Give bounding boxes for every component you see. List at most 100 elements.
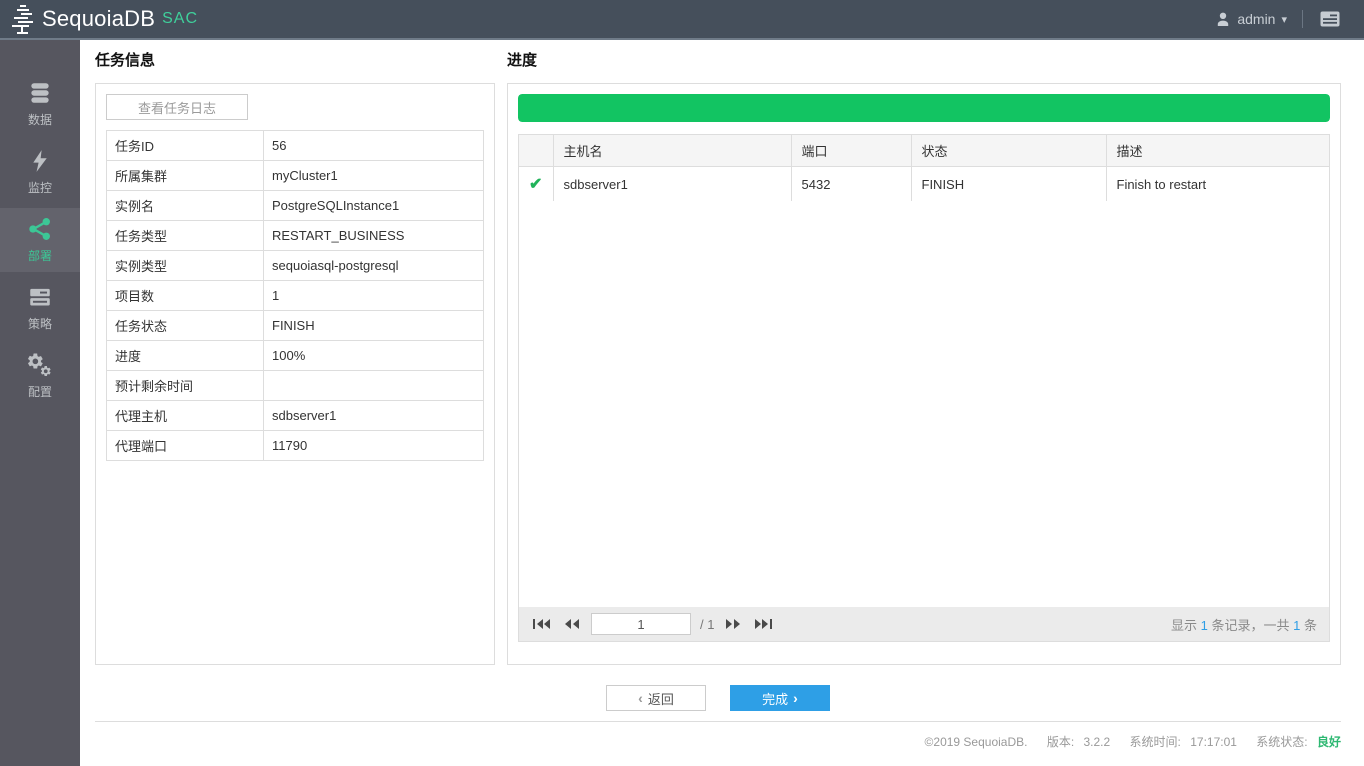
topbar-right: admin ▾ (1215, 7, 1342, 31)
host-table: 主机名 端口 状态 描述 ✔ sdbserver1 5432 F (519, 135, 1329, 201)
column-header-status: 状态 (911, 135, 1106, 167)
sequoia-tree-icon (8, 2, 38, 36)
value-cell (264, 371, 484, 401)
success-check-icon: ✔ (529, 174, 543, 194)
value-cell: myCluster1 (264, 161, 484, 191)
label-cell: 实例类型 (107, 251, 264, 281)
grid-empty-area (519, 201, 1329, 607)
table-row[interactable]: ✔ sdbserver1 5432 FINISH Finish to resta… (519, 167, 1329, 202)
column-header-host: 主机名 (553, 135, 791, 167)
record-summary: 显示 1 条记录，一共 1 条 (1171, 615, 1317, 634)
chevron-down-icon: ▾ (1281, 13, 1287, 26)
view-task-log-button[interactable]: 查看任务日志 (106, 94, 248, 120)
table-row: 所属集群myCluster1 (107, 161, 484, 191)
done-button[interactable]: 完成 › (730, 685, 830, 711)
next-page-button[interactable] (723, 616, 743, 632)
label-cell: 代理端口 (107, 431, 264, 461)
table-row: 预计剩余时间 (107, 371, 484, 401)
progress-bar-fill (518, 94, 1330, 122)
host-list-icon[interactable] (1318, 7, 1342, 31)
progress-panel: 主机名 端口 状态 描述 ✔ sdbserver1 5432 F (507, 83, 1341, 665)
brand-logo[interactable]: SequoiaDB SAC (8, 2, 198, 36)
value-cell: 56 (264, 131, 484, 161)
table-row: 实例名PostgreSQLInstance1 (107, 191, 484, 221)
system-status-label: 系统状态: (1256, 735, 1307, 749)
sidebar-item-config[interactable]: 配置 (0, 344, 80, 408)
done-button-label: 完成 (762, 689, 788, 708)
table-row: 任务类型RESTART_BUSINESS (107, 221, 484, 251)
value-cell: sdbserver1 (264, 401, 484, 431)
label-cell: 任务类型 (107, 221, 264, 251)
chevron-right-icon: › (793, 690, 798, 706)
system-time-value: 17:17:01 (1190, 735, 1237, 749)
back-button-label: 返回 (648, 689, 674, 708)
sidebar-item-label: 数据 (28, 111, 52, 128)
sidebar-item-label: 监控 (28, 179, 52, 196)
lightning-icon (27, 148, 53, 174)
label-cell: 项目数 (107, 281, 264, 311)
topbar: SequoiaDB SAC admin ▾ (0, 0, 1364, 40)
value-cell: RESTART_BUSINESS (264, 221, 484, 251)
table-row: 项目数1 (107, 281, 484, 311)
version-value: 3.2.2 (1084, 735, 1111, 749)
brand-suffix: SAC (162, 10, 198, 28)
label-cell: 进度 (107, 341, 264, 371)
value-cell: 100% (264, 341, 484, 371)
table-row: 任务状态FINISH (107, 311, 484, 341)
chevron-left-icon: ‹ (638, 690, 643, 706)
back-button[interactable]: ‹ 返回 (606, 685, 706, 711)
sidebar-item-monitor[interactable]: 监控 (0, 140, 80, 204)
label-cell: 预计剩余时间 (107, 371, 264, 401)
sidebar-item-data[interactable]: 数据 (0, 72, 80, 136)
prev-page-button[interactable] (562, 616, 582, 632)
desc-cell: Finish to restart (1106, 167, 1329, 202)
action-bar: ‹ 返回 完成 › (95, 685, 1341, 711)
status-cell: FINISH (911, 167, 1106, 202)
system-status-value: 良好 (1317, 735, 1341, 749)
version-label: 版本: (1047, 735, 1074, 749)
pagination-bar: / 1 显示 1 条记录，一共 1 条 (519, 607, 1329, 641)
column-header-desc: 描述 (1106, 135, 1329, 167)
value-cell: 11790 (264, 431, 484, 461)
gears-icon (27, 352, 53, 378)
sidebar-item-label: 配置 (28, 383, 52, 400)
value-cell: PostgreSQLInstance1 (264, 191, 484, 221)
port-cell: 5432 (791, 167, 911, 202)
progress-title: 进度 (507, 52, 1341, 70)
progress-bar (518, 94, 1330, 122)
sidebar-item-label: 部署 (28, 247, 52, 264)
value-cell: FINISH (264, 311, 484, 341)
topbar-divider (1302, 10, 1303, 28)
value-cell: sequoiasql-postgresql (264, 251, 484, 281)
column-header-port: 端口 (791, 135, 911, 167)
host-grid: 主机名 端口 状态 描述 ✔ sdbserver1 5432 F (518, 134, 1330, 642)
table-header-row: 主机名 端口 状态 描述 (519, 135, 1329, 167)
value-cell: 1 (264, 281, 484, 311)
sidebar-item-strategy[interactable]: 策略 (0, 276, 80, 340)
task-info-table: 任务ID56 所属集群myCluster1 实例名PostgreSQLInsta… (106, 130, 484, 461)
footer: ©2019 SequoiaDB. 版本: 3.2.2 系统时间: 17:17:0… (95, 721, 1341, 762)
first-page-button[interactable] (531, 616, 553, 632)
page-number-input[interactable] (591, 613, 691, 635)
user-menu[interactable]: admin ▾ (1215, 11, 1287, 27)
label-cell: 任务ID (107, 131, 264, 161)
database-icon (27, 80, 53, 106)
table-row: 代理主机sdbserver1 (107, 401, 484, 431)
label-cell: 所属集群 (107, 161, 264, 191)
label-cell: 实例名 (107, 191, 264, 221)
check-column-header (519, 135, 553, 167)
copyright: ©2019 SequoiaDB. (925, 735, 1028, 749)
server-icon (27, 284, 53, 310)
table-row: 任务ID56 (107, 131, 484, 161)
sidebar: 数据 监控 部署 (0, 40, 80, 766)
label-cell: 任务状态 (107, 311, 264, 341)
user-name: admin (1237, 11, 1275, 27)
task-info-title: 任务信息 (95, 52, 495, 70)
label-cell: 代理主机 (107, 401, 264, 431)
share-icon (27, 216, 53, 242)
host-cell: sdbserver1 (553, 167, 791, 202)
main-content: 任务信息 查看任务日志 任务ID56 所属集群myCluster1 实例名Pos… (80, 40, 1364, 762)
last-page-button[interactable] (752, 616, 774, 632)
sidebar-item-deploy[interactable]: 部署 (0, 208, 80, 272)
task-info-panel: 查看任务日志 任务ID56 所属集群myCluster1 实例名PostgreS… (95, 83, 495, 665)
